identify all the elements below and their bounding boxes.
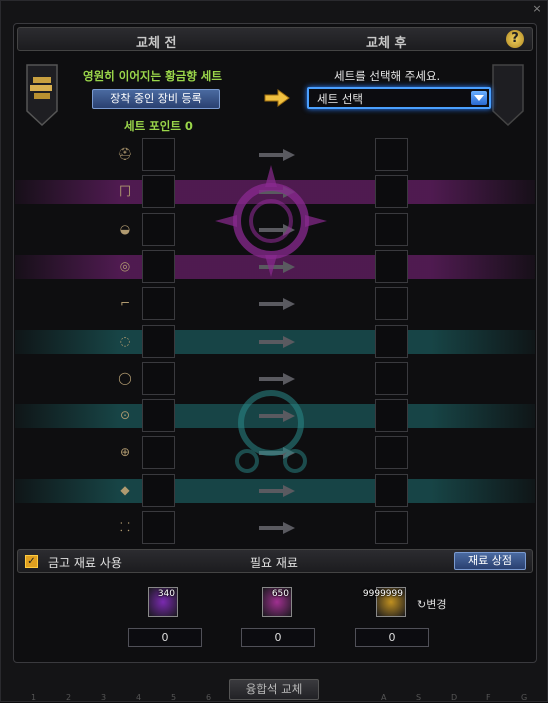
after-equipment-slot[interactable] <box>375 325 408 358</box>
register-equipped-button[interactable]: 장착 중인 장비 등록 <box>92 89 220 109</box>
after-equipment-slot[interactable] <box>375 474 408 507</box>
set-emblem-left <box>26 64 58 127</box>
after-equipment-slot[interactable] <box>375 213 408 246</box>
materials-bar: ✓ 금고 재료 사용 필요 재료 재료 상점 <box>17 549 533 573</box>
purple-crest-icon <box>215 165 327 277</box>
before-equipment-slot[interactable] <box>142 474 175 507</box>
hotkey-label: F <box>486 693 491 702</box>
material-quantity-field: 0 <box>241 628 315 647</box>
equipment-swap-window: × 교체 전 교체 후 ? 영원히 이어지는 황금향 세트 장착 중인 장비 등… <box>0 0 548 702</box>
set-emblem-right <box>492 64 524 127</box>
material-count: 650 <box>271 589 289 599</box>
arrow-right-icon <box>264 89 290 107</box>
before-equipment-slot[interactable] <box>142 436 175 469</box>
required-materials-label: 필요 재료 <box>250 556 298 570</box>
teal-crest-icon <box>235 390 307 473</box>
before-equipment-slot[interactable] <box>142 325 175 358</box>
after-label: 교체 후 <box>366 36 407 51</box>
necklace-icon: ◌ <box>119 334 131 348</box>
hotkey-label: G <box>521 693 528 702</box>
hotkey-label: A <box>381 693 387 702</box>
arrow-right-icon <box>259 149 295 161</box>
use-vault-label: 금고 재료 사용 <box>48 556 122 570</box>
magic-stone-icon: ◆ <box>120 483 130 497</box>
gold-coin-icon[interactable]: 9999999 <box>363 587 406 617</box>
set-points: 세트 포인트 0 <box>124 119 193 133</box>
before-label: 교체 전 <box>136 36 177 51</box>
boots-icon: ⌐ <box>119 296 131 310</box>
arrow-right-icon <box>259 298 295 310</box>
after-equipment-slot[interactable] <box>375 250 408 283</box>
hotkey-label: 5 <box>171 693 177 702</box>
material-count: 340 <box>157 589 175 599</box>
material-quantity-field: 0 <box>128 628 202 647</box>
after-equipment-slot[interactable] <box>375 287 408 320</box>
hotkey-bar: 1 2 3 4 5 6 A S D F G <box>1 691 548 703</box>
shoulder-icon: ◒ <box>119 222 131 236</box>
ring-icon: ⊙ <box>119 408 131 422</box>
select-prompt: 세트를 선택해 주세요. <box>334 69 441 83</box>
hotkey-label: 6 <box>206 693 212 702</box>
after-equipment-slot[interactable] <box>375 436 408 469</box>
hotkey-label: 4 <box>136 693 142 702</box>
arrow-right-icon <box>259 522 295 534</box>
after-equipment-slot[interactable] <box>375 138 408 171</box>
arrow-right-icon <box>259 485 295 497</box>
bracelet-icon: ◯ <box>118 371 132 385</box>
hotkey-label: 3 <box>101 693 107 702</box>
change-button[interactable]: ↻변경 <box>417 596 446 612</box>
material-shop-button[interactable]: 재료 상점 <box>454 552 526 570</box>
belt-icon: ◎ <box>119 259 131 273</box>
hotkey-label: D <box>451 693 458 702</box>
help-icon[interactable]: ? <box>506 30 524 48</box>
before-equipment-slot[interactable] <box>142 362 175 395</box>
after-equipment-slot[interactable] <box>375 175 408 208</box>
before-equipment-slot[interactable] <box>142 213 175 246</box>
before-equipment-slot[interactable] <box>142 138 175 171</box>
material-count: 9999999 <box>362 589 403 599</box>
material-quantity-field: 0 <box>355 628 429 647</box>
pants-icon: ⼌ <box>118 184 131 198</box>
hotkey-label: 1 <box>31 693 37 702</box>
after-equipment-slot[interactable] <box>375 511 408 544</box>
after-equipment-slot[interactable] <box>375 362 408 395</box>
hotkey-label: 2 <box>66 693 72 702</box>
current-set-name: 영원히 이어지는 황금향 세트 <box>83 69 222 83</box>
before-equipment-slot[interactable] <box>142 287 175 320</box>
magenta-material-icon[interactable]: 650 <box>262 587 292 617</box>
earring-icon: ⸬ <box>120 520 130 534</box>
before-equipment-slot[interactable] <box>142 175 175 208</box>
set-select-dropdown[interactable]: 세트 선택 <box>307 87 491 109</box>
before-equipment-slot[interactable] <box>142 250 175 283</box>
set-select-value: 세트 선택 <box>317 92 363 106</box>
panel-header: 교체 전 교체 후 ? <box>17 27 533 51</box>
helmet-icon: ⛑ <box>117 147 133 161</box>
close-icon[interactable]: × <box>531 3 543 15</box>
purple-material-icon[interactable]: 340 <box>148 587 178 617</box>
before-equipment-slot[interactable] <box>142 399 175 432</box>
hotkey-label: S <box>416 693 422 702</box>
chevron-down-icon[interactable] <box>471 91 487 105</box>
use-vault-checkbox[interactable]: ✓ <box>25 555 38 568</box>
support-icon: ⊕ <box>119 445 131 459</box>
after-equipment-slot[interactable] <box>375 399 408 432</box>
arrow-right-icon <box>259 336 295 348</box>
before-equipment-slot[interactable] <box>142 511 175 544</box>
